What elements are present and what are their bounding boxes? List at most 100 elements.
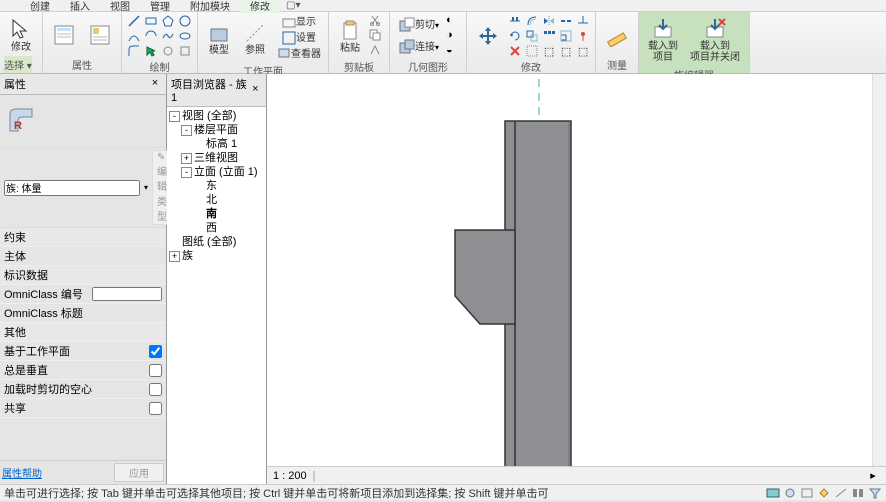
line-tool-icon[interactable]: [126, 14, 142, 28]
ribbon-extra-icon[interactable]: ▢▾: [280, 0, 306, 11]
array-icon[interactable]: [541, 29, 557, 43]
status-icon-2[interactable]: [783, 487, 797, 499]
align-icon[interactable]: [507, 14, 523, 28]
properties-help-link[interactable]: 属性帮助: [2, 465, 114, 480]
viewer-button[interactable]: 查看器: [274, 46, 324, 62]
reveal-icon[interactable]: [442, 469, 456, 483]
status-icon-3[interactable]: [800, 487, 814, 499]
row-workplane-based: 基于工作平面: [0, 342, 166, 361]
load-close-button[interactable]: 载入到 项目并关闭: [685, 14, 745, 66]
tree-item[interactable]: +三维视图: [169, 151, 264, 165]
modify-button[interactable]: 修改: [4, 15, 38, 56]
mod-x2-icon[interactable]: ⬚: [558, 44, 574, 58]
section-iddata: 标识数据: [0, 266, 166, 285]
ref-button[interactable]: 参照: [238, 18, 272, 59]
load-icon: [651, 17, 675, 41]
apply-button[interactable]: 应用: [114, 463, 164, 482]
type-selector[interactable]: [4, 180, 140, 196]
status-icon-4[interactable]: [817, 487, 831, 499]
set-button[interactable]: 设置: [274, 30, 324, 46]
tree-item[interactable]: 图纸 (全部): [169, 235, 264, 249]
tree-toggle-icon[interactable]: +: [169, 251, 180, 262]
status-icon-5[interactable]: [834, 487, 848, 499]
tree-item[interactable]: 东: [169, 179, 264, 193]
model-button[interactable]: 模型: [202, 18, 236, 59]
menu-bar: 创建 插入 视图 管理 附加模块 修改 ▢▾: [0, 0, 886, 12]
pin-icon[interactable]: [575, 29, 591, 43]
load-close-icon: [703, 17, 727, 41]
omni-num-input[interactable]: [92, 287, 162, 301]
join-geom-button[interactable]: 连接▾: [394, 36, 444, 58]
geom-a-icon[interactable]: ◐: [446, 14, 462, 28]
status-text: 单击可进行选择; 按 Tab 键并单击可选择其他项目; 按 Ctrl 键并单击可…: [4, 485, 549, 501]
tool-y-icon[interactable]: [177, 44, 193, 58]
drawing-canvas[interactable]: 1 : 200 | ▸: [267, 74, 886, 484]
paste-button[interactable]: 粘贴: [333, 16, 367, 57]
properties-button-a[interactable]: [47, 20, 81, 50]
rotate-icon[interactable]: [507, 29, 523, 43]
group-label-select[interactable]: 选择 ▾: [4, 56, 32, 73]
status-icon-1[interactable]: [766, 487, 780, 499]
polygon-tool-icon[interactable]: [160, 14, 176, 28]
close-icon[interactable]: ×: [249, 83, 262, 97]
load-button[interactable]: 载入到 项目: [643, 14, 683, 66]
mirror-icon[interactable]: [541, 14, 557, 28]
copy-mod-icon[interactable]: [524, 29, 540, 43]
work-area: 属性 × R ▾ ✎ 编辑类型 约束 主体 标识数据 OmniClass 编号 …: [0, 74, 886, 484]
section-constraint: 约束: [0, 228, 166, 247]
split-icon[interactable]: [558, 14, 574, 28]
arc2-tool-icon[interactable]: [143, 29, 159, 43]
measure-button[interactable]: [600, 20, 634, 50]
tree-item[interactable]: 标高 1: [169, 137, 264, 151]
cut-void-checkbox[interactable]: [149, 383, 162, 396]
tree-item[interactable]: -视图 (全部): [169, 109, 264, 123]
spline-tool-icon[interactable]: [160, 29, 176, 43]
rect-tool-icon[interactable]: [143, 14, 159, 28]
status-right-icons: [766, 487, 882, 499]
cut-geom-button[interactable]: 剪切▾: [394, 14, 444, 36]
workplane-based-checkbox[interactable]: [149, 345, 162, 358]
shared-checkbox[interactable]: [149, 402, 162, 415]
cut-clip-icon[interactable]: [369, 14, 385, 28]
fillet-tool-icon[interactable]: [126, 44, 142, 58]
mod-x3-icon[interactable]: ⬚: [575, 44, 591, 58]
measure-icon: [605, 23, 629, 47]
close-icon[interactable]: ×: [148, 77, 162, 91]
show-button[interactable]: 显示: [274, 14, 324, 30]
filter-icon[interactable]: [868, 487, 882, 499]
ribbon-group-modify: ⬚ ⬚ ⬚ 修改: [467, 12, 596, 73]
tree-item[interactable]: -楼层平面: [169, 123, 264, 137]
trim-icon[interactable]: [575, 14, 591, 28]
tool-x-icon[interactable]: [160, 44, 176, 58]
tree-item-label: 三维视图: [194, 151, 238, 165]
circle-tool-icon[interactable]: [177, 14, 193, 28]
tree-toggle-icon[interactable]: -: [169, 111, 180, 122]
mod-x1-icon[interactable]: ⬚: [541, 44, 557, 58]
always-vertical-checkbox[interactable]: [149, 364, 162, 377]
match-clip-icon[interactable]: [369, 44, 385, 58]
browser-tree[interactable]: -视图 (全部)-楼层平面标高 1+三维视图-立面 (立面 1)东北南西图纸 (…: [167, 107, 266, 484]
offset-icon[interactable]: [524, 14, 540, 28]
geom-b-icon[interactable]: ◑: [446, 29, 462, 43]
properties-button-b[interactable]: [83, 20, 117, 50]
tree-toggle-icon[interactable]: +: [181, 153, 192, 164]
delete-icon[interactable]: [507, 44, 523, 58]
tree-item[interactable]: 北: [169, 193, 264, 207]
tree-toggle-icon[interactable]: -: [181, 167, 192, 178]
copy-clip-icon[interactable]: [369, 29, 385, 43]
tree-toggle-icon[interactable]: -: [181, 125, 192, 136]
move-button[interactable]: [471, 21, 505, 51]
tree-item[interactable]: +族: [169, 249, 264, 263]
arc-tool-icon[interactable]: [126, 29, 142, 43]
status-icon-6[interactable]: [851, 487, 865, 499]
tree-item[interactable]: 西: [169, 221, 264, 235]
tree-item[interactable]: 南: [169, 207, 264, 221]
project-browser-panel: 项目浏览器 - 族1 × -视图 (全部)-楼层平面标高 1+三维视图-立面 (…: [167, 74, 267, 484]
group-icon[interactable]: [524, 44, 540, 58]
ellipse-tool-icon[interactable]: [177, 29, 193, 43]
geom-c-icon[interactable]: ◒: [446, 44, 462, 58]
scale-icon[interactable]: [558, 29, 574, 43]
vertical-scrollbar[interactable]: [872, 74, 886, 466]
pick-tool-icon[interactable]: [143, 44, 159, 58]
tree-item[interactable]: -立面 (立面 1): [169, 165, 264, 179]
